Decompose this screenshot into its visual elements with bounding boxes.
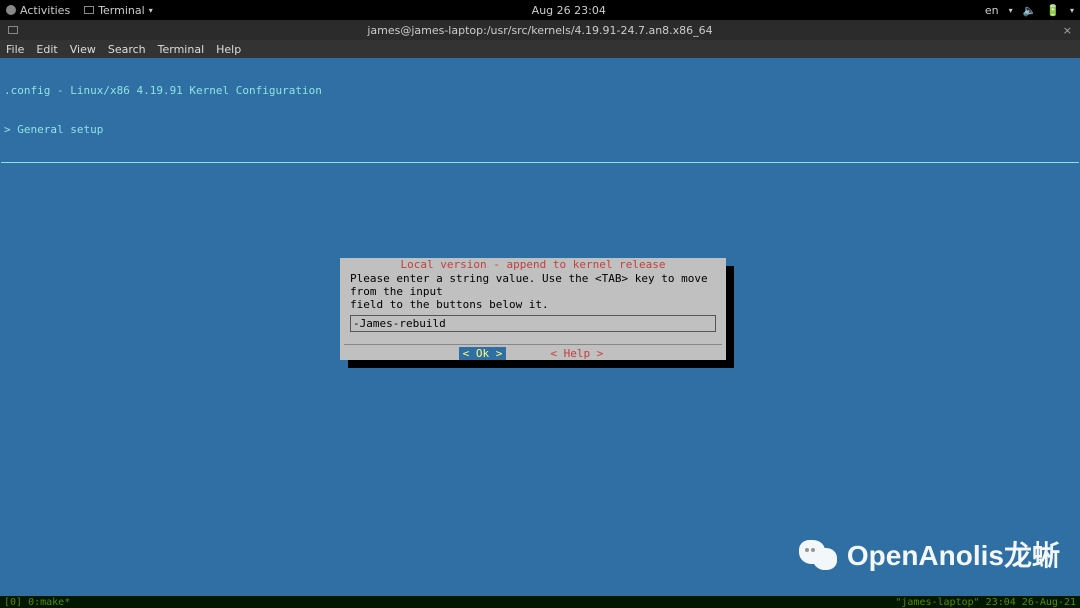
menu-edit[interactable]: Edit	[36, 43, 57, 56]
topbar-clock[interactable]: Aug 26 23:04	[153, 4, 985, 17]
battery-icon[interactable]: 🔋	[1046, 4, 1060, 17]
menu-search[interactable]: Search	[108, 43, 146, 56]
menu-help[interactable]: Help	[216, 43, 241, 56]
chevron-down-icon: ▾	[1070, 6, 1074, 15]
tmux-statusline: [0] 0:make* "james-laptop" 23:04 26-Aug-…	[0, 596, 1080, 608]
window-title: james@james-laptop:/usr/src/kernels/4.19…	[0, 24, 1080, 37]
chevron-down-icon: ▾	[1009, 6, 1013, 15]
system-tray[interactable]: en ▾ 🔈 🔋 ▾	[985, 4, 1074, 17]
terminal-menubar: File Edit View Search Terminal Help	[0, 40, 1080, 58]
dialog-title: Local version - append to kernel release	[340, 258, 726, 272]
menu-terminal[interactable]: Terminal	[158, 43, 205, 56]
menuconfig-header: .config - Linux/x86 4.19.91 Kernel Confi…	[0, 58, 1080, 162]
help-button[interactable]: < Help >	[546, 347, 607, 360]
app-menu-label: Terminal	[98, 4, 145, 17]
dialog-instruction-1: Please enter a string value. Use the <TA…	[340, 272, 726, 298]
language-indicator[interactable]: en	[985, 4, 999, 17]
activities-label: Activities	[20, 4, 70, 17]
terminal-app-icon	[84, 6, 94, 14]
ok-button[interactable]: < Ok >	[459, 347, 507, 360]
config-breadcrumb: > General setup	[4, 123, 1076, 136]
activities-button[interactable]: Activities	[6, 4, 70, 17]
status-left: [0] 0:make*	[4, 597, 70, 608]
activities-icon	[6, 5, 16, 15]
wechat-icon	[799, 536, 839, 572]
status-right: "james-laptop" 23:04 26-Aug-21	[895, 597, 1076, 608]
menu-file[interactable]: File	[6, 43, 24, 56]
volume-icon[interactable]: 🔈	[1023, 4, 1037, 17]
string-input-dialog: Local version - append to kernel release…	[340, 258, 726, 360]
gnome-topbar: Activities Terminal ▾ Aug 26 23:04 en ▾ …	[0, 0, 1080, 20]
watermark-text: OpenAnolis龙蜥	[847, 534, 1060, 574]
dialog-instruction-2: field to the buttons below it.	[340, 298, 726, 311]
menu-view[interactable]: View	[70, 43, 96, 56]
app-menu[interactable]: Terminal ▾	[84, 4, 153, 17]
header-separator	[1, 162, 1079, 163]
close-button[interactable]: ×	[1063, 24, 1072, 37]
watermark: OpenAnolis龙蜥	[799, 534, 1060, 574]
local-version-input[interactable]	[350, 315, 716, 332]
config-title-line: .config - Linux/x86 4.19.91 Kernel Confi…	[4, 84, 1076, 97]
terminal-viewport: .config - Linux/x86 4.19.91 Kernel Confi…	[0, 58, 1080, 596]
dialog-separator	[344, 344, 722, 345]
window-titlebar[interactable]: james@james-laptop:/usr/src/kernels/4.19…	[0, 20, 1080, 40]
